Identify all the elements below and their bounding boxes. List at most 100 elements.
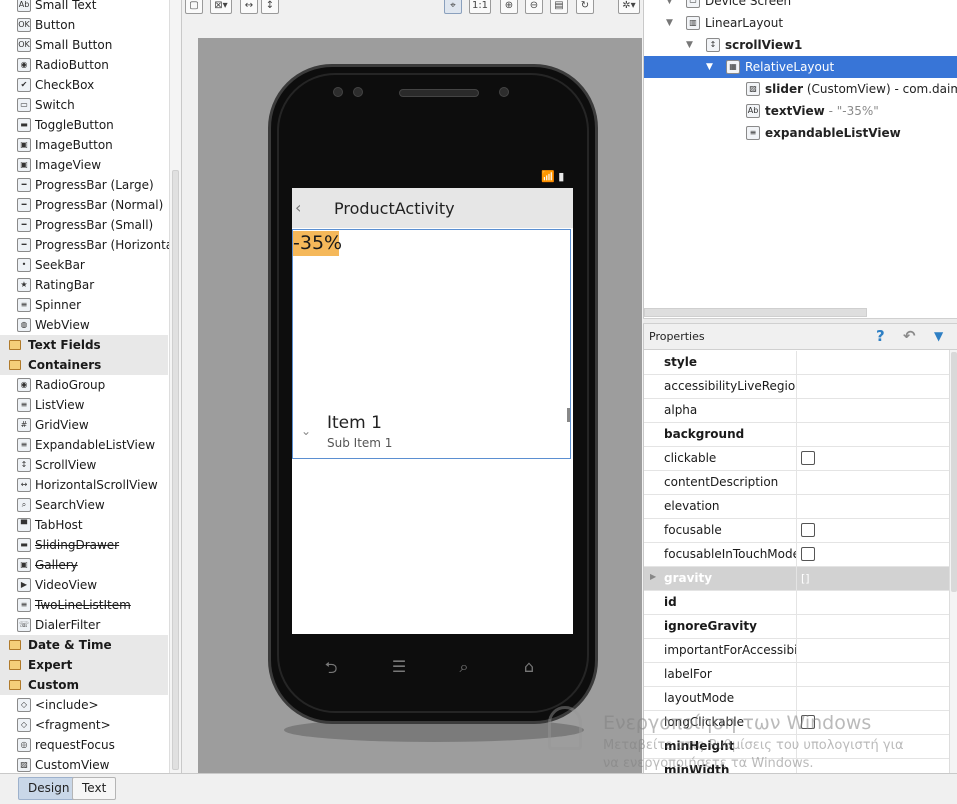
palette-item[interactable]: ━ ProgressBar (Horizontal) (0, 235, 181, 255)
property-row[interactable]: background (644, 423, 949, 447)
property-value[interactable] (796, 423, 949, 446)
palette-item[interactable]: ◍ WebView (0, 315, 168, 335)
property-value[interactable] (796, 615, 949, 638)
property-value[interactable] (796, 519, 949, 542)
palette-scroll-thumb[interactable] (172, 170, 179, 770)
device-screen[interactable]: ‹ ProductActivity -35% ⌄ Item 1 Sub Item… (292, 188, 573, 634)
palette-scrollbar[interactable] (169, 0, 181, 773)
palette-item[interactable]: ◇ <fragment> (0, 715, 168, 735)
palette-item[interactable]: ≡ ExpandableListView (0, 435, 168, 455)
palette-item[interactable]: ◉ RadioButton (0, 55, 168, 75)
palette-category-custom[interactable]: Custom (0, 675, 168, 695)
screenshot-icon[interactable]: ▤ (550, 0, 568, 14)
palette-item[interactable]: ▣ ImageView (0, 155, 168, 175)
palette-item[interactable]: ━ ProgressBar (Large) (0, 175, 168, 195)
property-row[interactable]: layoutMode (644, 687, 949, 711)
palette-item[interactable]: ▀ TabHost (0, 515, 168, 535)
preview-screen-icon[interactable]: ▢ (185, 0, 203, 14)
nav-back-icon[interactable]: ⮌ (316, 657, 346, 677)
expandable-list-item[interactable]: ⌄ Item 1 Sub Item 1 (293, 410, 570, 456)
property-value[interactable] (796, 711, 949, 734)
back-arrow-icon[interactable]: ‹ (295, 198, 301, 217)
expand-arrow-icon[interactable]: ▼ (686, 34, 693, 56)
tree-node[interactable]: ≡ expandableListView (644, 122, 957, 144)
palette-item[interactable]: ≡ TwoLineListItem (0, 595, 168, 615)
palette-item[interactable]: ▭ Switch (0, 95, 168, 115)
tree-horizontal-scrollbar[interactable] (644, 308, 867, 317)
property-row[interactable]: labelFor (644, 663, 949, 687)
property-checkbox[interactable] (801, 451, 815, 465)
palette-item[interactable]: ━ ProgressBar (Small) (0, 215, 168, 235)
zoom-in-icon[interactable]: ⊕ (500, 0, 518, 14)
property-value[interactable] (796, 375, 949, 398)
property-checkbox[interactable] (801, 523, 815, 537)
palette-item[interactable]: ▶ VideoView (0, 575, 168, 595)
properties-scrollbar[interactable] (949, 350, 957, 773)
property-value[interactable] (796, 663, 949, 686)
property-value[interactable] (796, 351, 949, 374)
palette-item[interactable]: • SeekBar (0, 255, 168, 275)
expand-arrow-icon[interactable]: ▼ (706, 56, 713, 78)
palette-item[interactable]: ━ ProgressBar (Normal) (0, 195, 168, 215)
nav-search-icon[interactable]: ⌕ (449, 657, 479, 677)
tree-node[interactable]: ▼ ▭ Device Screen (644, 0, 957, 12)
palette-item[interactable]: ▬ ToggleButton (0, 115, 168, 135)
property-row[interactable]: ignoreGravity (644, 615, 949, 639)
fill-width-icon[interactable]: ↔ (240, 0, 258, 14)
property-row[interactable]: alpha (644, 399, 949, 423)
undo-icon[interactable]: ↶ (903, 327, 916, 345)
palette-item[interactable]: ◉ RadioGroup (0, 375, 168, 395)
tab-design[interactable]: Design (18, 777, 80, 800)
property-row[interactable]: id (644, 591, 949, 615)
property-value[interactable] (796, 687, 949, 710)
property-checkbox[interactable] (801, 547, 815, 561)
palette-item[interactable]: ◎ requestFocus (0, 735, 168, 755)
property-value[interactable] (796, 639, 949, 662)
palette-item[interactable]: ▣ ImageButton (0, 135, 168, 155)
property-row[interactable]: minWidth (644, 759, 949, 773)
property-row[interactable]: style (644, 351, 949, 375)
palette-item[interactable]: ↕ ScrollView (0, 455, 168, 475)
palette-category-expert[interactable]: Expert (0, 655, 168, 675)
palette-item[interactable]: ≡ Spinner (0, 295, 168, 315)
property-value[interactable] (796, 399, 949, 422)
filter-icon[interactable]: ▼ (934, 329, 943, 343)
palette-category-date-time[interactable]: Date & Time (0, 635, 168, 655)
property-row[interactable]: accessibilityLiveRegion (644, 375, 949, 399)
property-row[interactable]: focusable (644, 519, 949, 543)
help-icon[interactable]: ? (876, 327, 885, 345)
expand-arrow-icon[interactable]: ▼ (666, 12, 673, 34)
settings-icon[interactable]: ✲▾ (618, 0, 640, 14)
tree-node[interactable]: Ab textView - "-35%" (644, 100, 957, 122)
palette-item[interactable]: ★ RatingBar (0, 275, 168, 295)
palette-category-containers[interactable]: Containers (0, 355, 168, 375)
property-value[interactable] (796, 735, 949, 758)
tree-node[interactable]: ▼ ▦ RelativeLayout (644, 56, 957, 78)
properties-scroll-thumb[interactable] (951, 352, 957, 592)
property-row[interactable]: elevation (644, 495, 949, 519)
palette-item[interactable]: ▣ Gallery (0, 555, 168, 575)
zoom-fit-dropdown-icon[interactable]: ⊠▾ (210, 0, 232, 14)
palette-item[interactable]: ◇ <include> (0, 695, 168, 715)
nav-home-icon[interactable]: ⌂ (514, 657, 544, 677)
property-row[interactable]: focusableInTouchMode (644, 543, 949, 567)
palette-item[interactable]: Ab Small Text (0, 0, 168, 15)
property-value[interactable] (796, 471, 949, 494)
tree-node[interactable]: ▼ ↕ scrollView1 (644, 34, 957, 56)
tree-node[interactable]: ▼ ▥ LinearLayout (644, 12, 957, 34)
palette-item[interactable]: ≡ ListView (0, 395, 168, 415)
zoom-out-icon[interactable]: ⊖ (525, 0, 543, 14)
tab-text[interactable]: Text (72, 777, 117, 800)
design-canvas[interactable]: 📶 ▮ ‹ ProductActivity -35% ⌄ Item 1 Sub … (198, 38, 642, 773)
property-checkbox[interactable] (801, 715, 815, 729)
nav-menu-icon[interactable]: ☰ (384, 657, 414, 677)
property-value[interactable]: [] (796, 567, 949, 590)
property-row[interactable]: importantForAccessibility (644, 639, 949, 663)
palette-item[interactable]: OK Small Button (0, 35, 168, 55)
property-value[interactable] (796, 543, 949, 566)
palette-item[interactable]: ↔ HorizontalScrollView (0, 475, 168, 495)
action-bar[interactable]: ‹ ProductActivity (292, 188, 573, 228)
slider-text-view[interactable]: -35% (293, 231, 342, 256)
expand-arrow-icon[interactable]: ▶ (650, 572, 656, 581)
palette-item[interactable]: ☏ DialerFilter (0, 615, 168, 635)
